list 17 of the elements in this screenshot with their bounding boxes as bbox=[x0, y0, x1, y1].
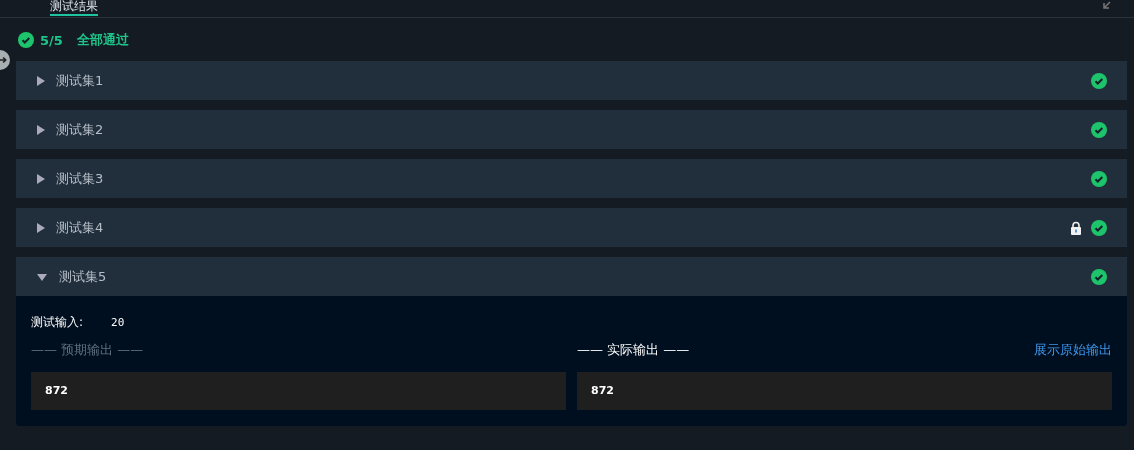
case-header[interactable]: 测试集3 bbox=[16, 159, 1127, 198]
case-header[interactable]: 测试集2 bbox=[16, 110, 1127, 149]
case-header[interactable]: 测试集5 bbox=[16, 257, 1127, 296]
case-header[interactable]: 测试集1 bbox=[16, 61, 1127, 100]
pass-count: 5/5 bbox=[40, 32, 63, 48]
arrow-icon bbox=[0, 55, 9, 65]
case-header[interactable]: 测试集4 bbox=[16, 208, 1127, 247]
actual-output-box: 872 bbox=[577, 372, 1112, 410]
results-tab[interactable]: 测试结果 bbox=[50, 0, 98, 16]
expected-output-label: —— 预期输出 —— bbox=[31, 341, 145, 359]
actual-output-label: —— 实际输出 —— bbox=[577, 341, 690, 359]
show-raw-output-link[interactable]: 展示原始输出 bbox=[1034, 341, 1112, 359]
expected-output-box: 872 bbox=[31, 372, 566, 410]
pass-status: 全部通过 bbox=[76, 31, 129, 49]
input-value: 20 bbox=[111, 316, 125, 329]
collapse-icon bbox=[1102, 0, 1112, 10]
input-label: 测试输入: bbox=[31, 314, 84, 331]
